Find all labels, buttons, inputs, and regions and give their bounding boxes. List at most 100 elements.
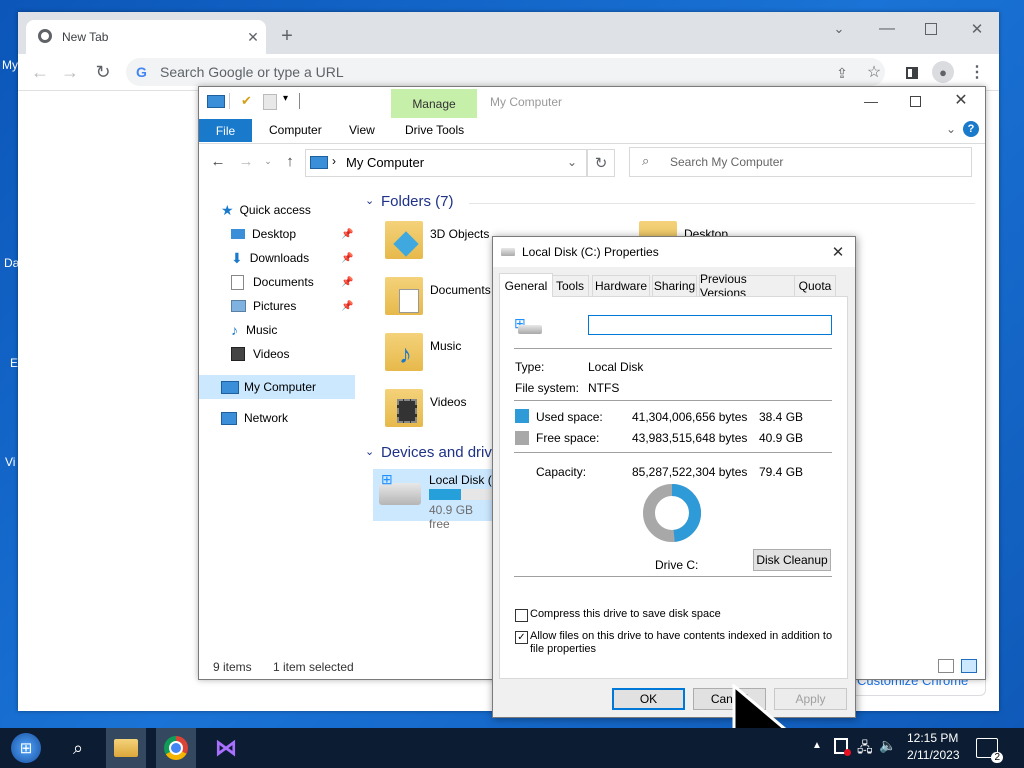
close-tab-icon[interactable]: ✕ — [244, 28, 262, 46]
recent-locations-icon[interactable]: ⌄ — [263, 155, 273, 167]
clock-date[interactable]: 2/11/2023 — [907, 748, 960, 762]
manage-context-tab[interactable]: Manage — [391, 89, 477, 118]
folder-item[interactable]: 3D Objects — [385, 221, 495, 267]
security-alert-icon[interactable] — [834, 738, 851, 756]
sidebar-item-network[interactable]: Network — [221, 407, 355, 429]
properties-quick-icon[interactable]: ✔ — [241, 93, 252, 109]
sidebar-item-videos[interactable]: Videos — [231, 343, 355, 365]
ok-button[interactable]: OK — [612, 688, 685, 710]
breadcrumb-separator-icon[interactable]: › — [332, 154, 336, 168]
start-button[interactable]: ⊞ — [6, 728, 46, 768]
search-input[interactable]: ⌕ Search My Computer — [629, 147, 972, 177]
pictures-icon — [231, 300, 246, 312]
desktop-icon-label[interactable]: E — [10, 356, 18, 370]
tab-tools[interactable]: Tools — [551, 275, 589, 296]
pin-icon[interactable]: 📌 — [341, 253, 353, 264]
drive-free-text: 40.9 GB free — [429, 503, 474, 531]
breadcrumb[interactable]: My Computer — [346, 155, 424, 170]
back-icon[interactable]: ← — [30, 62, 50, 82]
tab-drive-tools[interactable]: Drive Tools — [405, 123, 464, 137]
help-icon[interactable]: ? — [963, 121, 979, 137]
network-icon[interactable]: 🖧 — [857, 737, 873, 761]
menu-kebab-icon[interactable]: ⋮ — [968, 62, 986, 82]
sidebar-item-documents[interactable]: Documents 📌 — [231, 271, 355, 293]
up-icon[interactable]: ↑ — [281, 153, 299, 170]
tab-computer[interactable]: Computer — [269, 123, 322, 137]
tab-hardware[interactable]: Hardware — [592, 275, 650, 296]
omnibox[interactable]: G Search Google or type a URL — [126, 58, 885, 86]
pin-icon[interactable]: 📌 — [341, 277, 353, 288]
sidebar-item-label: Quick access — [239, 203, 311, 217]
address-bar[interactable]: › My Computer ⌄ — [305, 149, 587, 177]
notification-center-icon[interactable]: 2 — [976, 738, 1003, 763]
tab-search-icon[interactable]: ⌄ — [828, 18, 850, 40]
minimize-icon[interactable]: — — [876, 18, 898, 40]
chrome-taskbar-button[interactable] — [156, 728, 196, 768]
divider — [514, 576, 832, 577]
reload-icon[interactable]: ↻ — [92, 61, 114, 83]
maximize-icon[interactable] — [905, 93, 925, 109]
refresh-icon[interactable]: ↻ — [587, 149, 615, 177]
tab-sharing[interactable]: Sharing — [652, 275, 697, 296]
forward-icon[interactable]: → — [237, 153, 255, 170]
customize-quick-access-icon[interactable]: ▾ — [283, 93, 288, 104]
forward-icon[interactable]: → — [60, 62, 80, 82]
tab-previous-versions[interactable]: Previous Versions — [699, 272, 795, 300]
index-label[interactable]: Allow files on this drive to have conten… — [530, 630, 832, 642]
sidebar-item-downloads[interactable]: ⬇ Downloads 📌 — [231, 247, 355, 269]
pin-icon[interactable]: 📌 — [341, 301, 353, 312]
drive-item[interactable]: ⊞ Local Disk ( 40.9 GB free — [373, 469, 497, 531]
address-dropdown-icon[interactable]: ⌄ — [564, 154, 580, 170]
tab-quota[interactable]: Quota — [794, 275, 836, 296]
file-explorer-taskbar-button[interactable] — [106, 728, 146, 768]
drive-letter-label: Drive C: — [655, 558, 699, 572]
sidebar-item-quick-access[interactable]: ★ Quick access — [221, 199, 355, 221]
folder-item[interactable]: Documents — [385, 277, 495, 323]
minimize-icon[interactable]: — — [861, 93, 881, 109]
collapse-chevron-icon[interactable]: ⌄ — [365, 445, 374, 458]
search-icon[interactable]: ⌕ — [58, 728, 98, 768]
maximize-icon[interactable] — [920, 18, 942, 40]
devices-group-header[interactable]: Devices and drive — [381, 444, 500, 461]
side-panel-icon[interactable] — [902, 63, 922, 83]
compress-checkbox[interactable] — [515, 609, 528, 622]
profile-avatar-icon[interactable]: ● — [932, 61, 954, 83]
volume-label-input[interactable] — [588, 315, 832, 335]
new-tab-icon[interactable]: + — [276, 25, 298, 47]
used-space-label: Used space: — [536, 410, 603, 424]
tab-view[interactable]: View — [349, 123, 375, 137]
close-window-icon[interactable]: ✕ — [951, 91, 971, 109]
large-icons-view-icon[interactable] — [961, 659, 977, 673]
share-icon[interactable]: ⇪ — [832, 63, 852, 83]
hard-drive-icon: ⊞ — [379, 471, 421, 505]
tab-general[interactable]: General — [499, 273, 553, 297]
sidebar-item-pictures[interactable]: Pictures 📌 — [231, 295, 355, 317]
folders-group-header[interactable]: Folders (7) — [381, 193, 454, 210]
back-icon[interactable]: ← — [209, 153, 227, 170]
index-label-line-2[interactable]: file properties — [530, 643, 596, 655]
index-checkbox[interactable]: ✓ — [515, 631, 528, 644]
sidebar-item-my-computer[interactable]: My Computer — [199, 375, 355, 399]
disk-cleanup-button[interactable]: Disk Cleanup — [753, 549, 831, 571]
folder-item[interactable]: ♪ Music — [385, 333, 495, 379]
close-window-icon[interactable]: ✕ — [966, 18, 988, 40]
desktop-icon-label[interactable]: Vi — [5, 455, 15, 469]
visual-studio-icon[interactable]: ⋈ — [206, 728, 246, 768]
ribbon-expand-icon[interactable]: ⌄ — [943, 121, 959, 137]
volume-icon[interactable]: 🔈 — [879, 737, 896, 754]
desktop-icon-label[interactable]: My — [2, 58, 18, 72]
compress-label[interactable]: Compress this drive to save disk space — [530, 608, 721, 620]
new-folder-quick-icon[interactable] — [263, 94, 277, 110]
sidebar-item-desktop[interactable]: Desktop 📌 — [231, 223, 355, 245]
collapse-chevron-icon[interactable]: ⌄ — [365, 194, 374, 207]
sidebar-item-music[interactable]: ♪ Music — [231, 319, 355, 341]
tab-file[interactable]: File — [199, 119, 252, 142]
pin-icon[interactable]: 📌 — [341, 229, 353, 240]
folder-item[interactable]: Videos — [385, 389, 495, 435]
close-dialog-icon[interactable]: ✕ — [829, 243, 847, 261]
chrome-tab[interactable]: New Tab ✕ — [26, 20, 266, 54]
details-view-icon[interactable] — [938, 659, 954, 673]
show-hidden-icons-icon[interactable]: ▲ — [812, 740, 822, 751]
clock-time[interactable]: 12:15 PM — [907, 731, 958, 745]
bookmark-star-icon[interactable]: ☆ — [864, 62, 884, 82]
